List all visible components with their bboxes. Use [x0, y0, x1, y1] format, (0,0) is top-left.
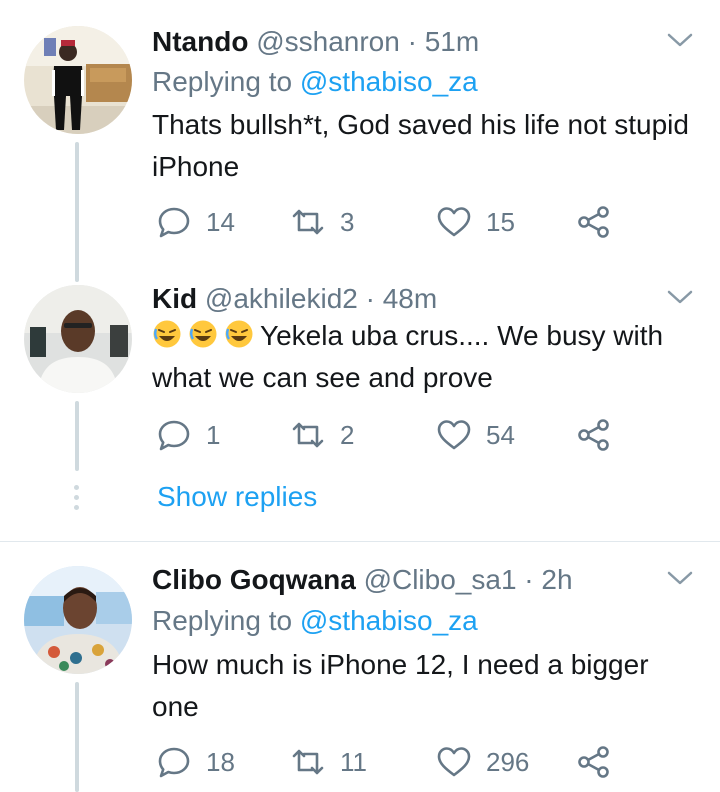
more-replies-dots	[74, 485, 80, 515]
replying-to: Replying to @sthabiso_za	[152, 603, 478, 639]
replying-to-label: Replying to	[152, 605, 293, 636]
display-name[interactable]: Kid	[152, 283, 197, 314]
tweet-text: Yekela uba crus.... We busy with what we…	[152, 315, 692, 399]
retweet-icon	[292, 749, 324, 775]
tweet-header: Clibo Goqwana @Clibo_sa1 · 2h	[152, 562, 573, 598]
like-button[interactable]: 296	[436, 742, 529, 782]
tweet[interactable]: Kid @akhilekid2 · 48m Yekela uba crus...…	[0, 275, 720, 540]
reply-button[interactable]: 1	[156, 415, 220, 455]
avatar[interactable]	[24, 26, 132, 134]
avatar[interactable]	[24, 285, 132, 393]
retweet-button[interactable]: 3	[290, 202, 354, 242]
retweet-count: 3	[340, 206, 355, 237]
timestamp[interactable]: 51m	[425, 26, 479, 57]
tweet-text: How much is iPhone 12, I need a bigger o…	[152, 649, 649, 722]
retweet-button[interactable]: 2	[290, 415, 354, 455]
tweet-header: Ntando @sshanron · 51m	[152, 24, 479, 60]
share-button[interactable]	[576, 415, 612, 455]
separator: ·	[524, 564, 534, 595]
reply-icon	[158, 207, 190, 238]
retweet-count: 11	[340, 746, 367, 777]
avatar[interactable]	[24, 566, 132, 674]
display-name[interactable]: Ntando	[152, 26, 248, 57]
share-icon	[578, 419, 609, 451]
reply-icon	[158, 420, 190, 451]
heart-icon	[437, 207, 471, 237]
replying-to: Replying to @sthabiso_za	[152, 64, 478, 100]
heart-icon	[437, 420, 471, 450]
mention-link[interactable]: @sthabiso_za	[300, 605, 478, 636]
laughing-emoji-icon	[189, 320, 217, 348]
like-count: 296	[486, 746, 530, 777]
laughing-emoji-icon	[225, 320, 253, 348]
action-bar: 14 3 15	[152, 202, 672, 242]
retweet-count: 2	[340, 419, 355, 450]
user-handle[interactable]: @akhilekid2	[205, 283, 358, 314]
like-count: 54	[486, 419, 515, 450]
thread-line	[75, 682, 79, 792]
reply-count: 14	[206, 206, 235, 237]
share-icon	[578, 746, 609, 778]
like-button[interactable]: 15	[436, 202, 515, 242]
laughing-emoji-icon	[153, 320, 181, 348]
separator: ·	[407, 26, 417, 57]
reply-button[interactable]: 18	[156, 742, 235, 782]
user-handle[interactable]: @sshanron	[256, 26, 400, 57]
action-bar: 18 11 296	[152, 742, 672, 782]
reply-button[interactable]: 14	[156, 202, 235, 242]
chevron-down-icon[interactable]	[666, 568, 694, 588]
tweet[interactable]: Ntando @sshanron · 51m Replying to @stha…	[0, 0, 720, 282]
thread-line	[75, 401, 79, 471]
heart-icon	[437, 747, 471, 777]
show-replies-link[interactable]: Show replies	[157, 479, 317, 515]
tweet-header: Kid @akhilekid2 · 48m	[152, 281, 437, 317]
retweet-icon	[292, 422, 324, 448]
share-button[interactable]	[576, 742, 612, 782]
retweet-button[interactable]: 11	[290, 742, 367, 782]
share-button[interactable]	[576, 202, 612, 242]
retweet-icon	[292, 209, 324, 235]
reply-count: 1	[206, 419, 221, 450]
chevron-down-icon[interactable]	[666, 287, 694, 307]
user-handle[interactable]: @Clibo_sa1	[364, 564, 517, 595]
tweet-text: Thats bullsh*t, God saved his life not s…	[152, 109, 689, 182]
mention-link[interactable]: @sthabiso_za	[300, 66, 478, 97]
share-icon	[578, 206, 609, 238]
thread-line	[75, 142, 79, 282]
separator: ·	[365, 283, 375, 314]
like-button[interactable]: 54	[436, 415, 515, 455]
timestamp[interactable]: 2h	[541, 564, 572, 595]
reply-icon	[158, 747, 190, 778]
action-bar: 1 2 54	[152, 415, 672, 455]
like-count: 15	[486, 206, 515, 237]
replying-to-label: Replying to	[152, 66, 293, 97]
tweet[interactable]: Clibo Goqwana @Clibo_sa1 · 2h Replying t…	[0, 542, 720, 792]
reply-count: 18	[206, 746, 235, 777]
display-name[interactable]: Clibo Goqwana	[152, 564, 356, 595]
timestamp[interactable]: 48m	[383, 283, 437, 314]
chevron-down-icon[interactable]	[666, 30, 694, 50]
